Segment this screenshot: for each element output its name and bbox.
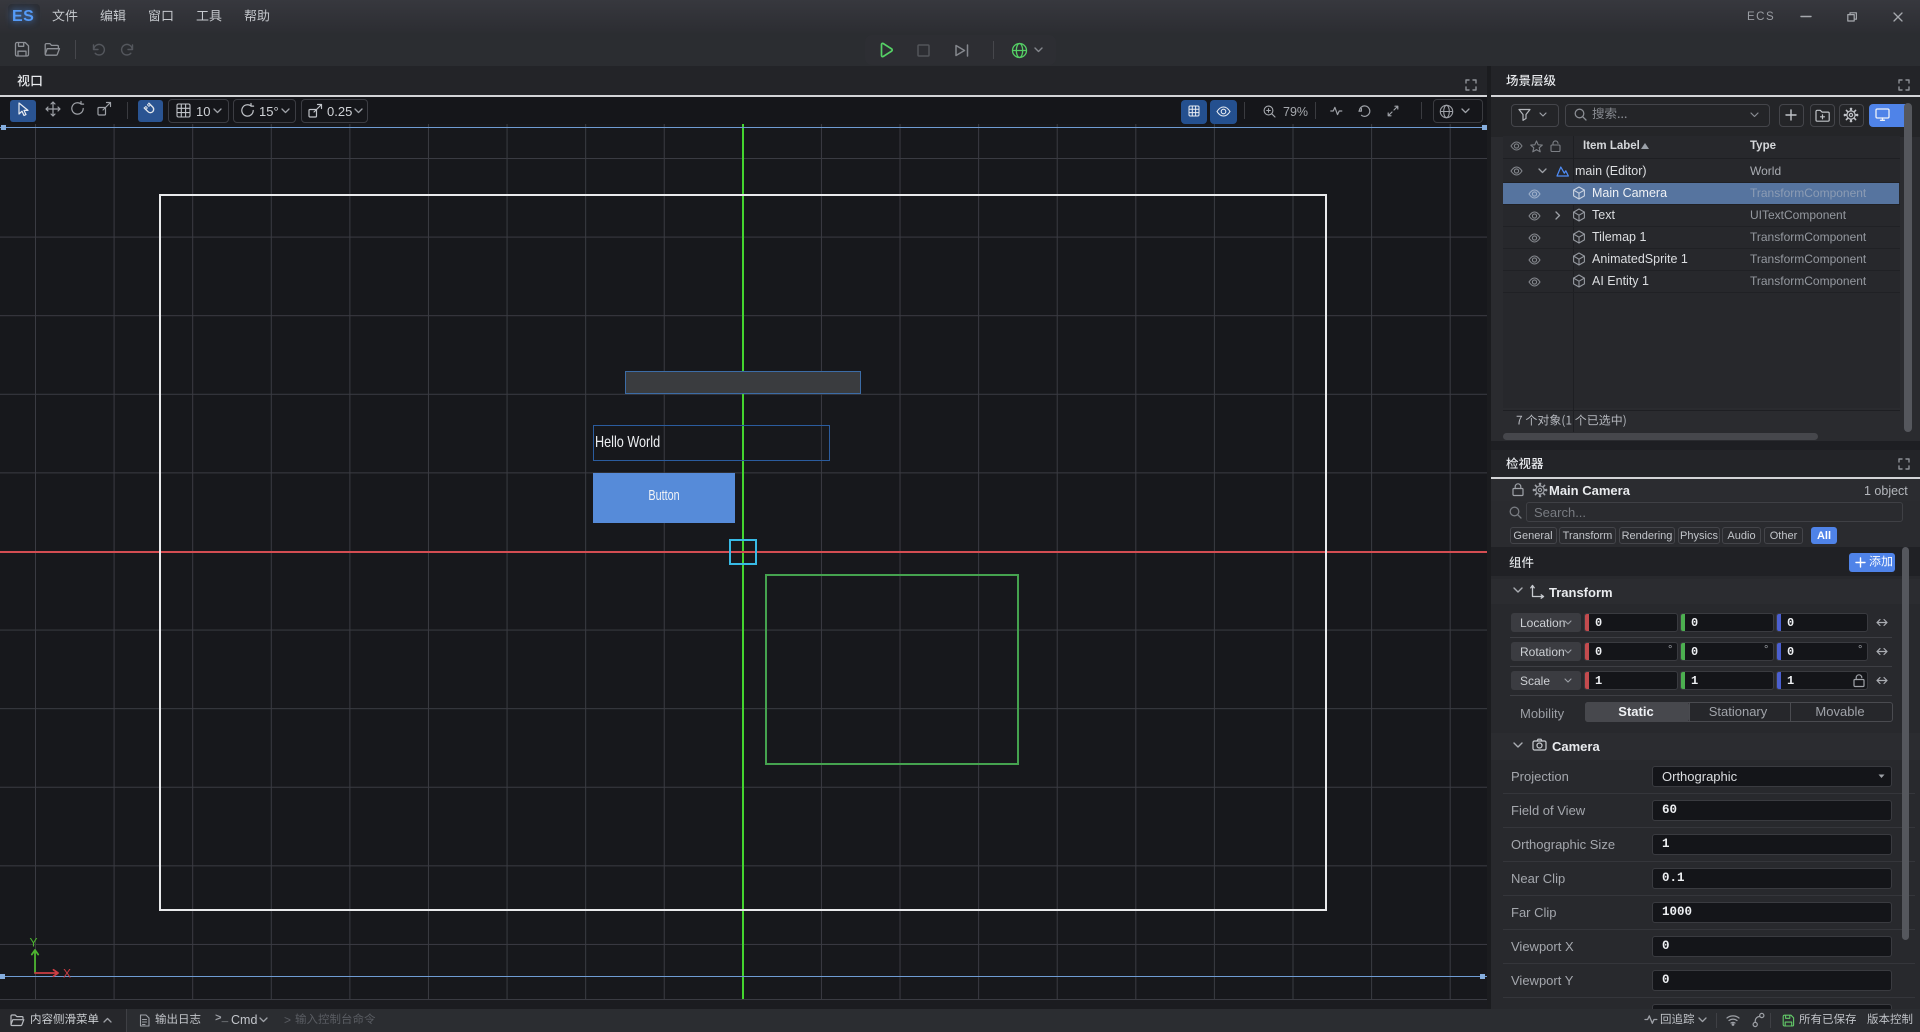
svg-text:X: X: [63, 966, 71, 980]
svg-text:Y: Y: [30, 935, 38, 949]
